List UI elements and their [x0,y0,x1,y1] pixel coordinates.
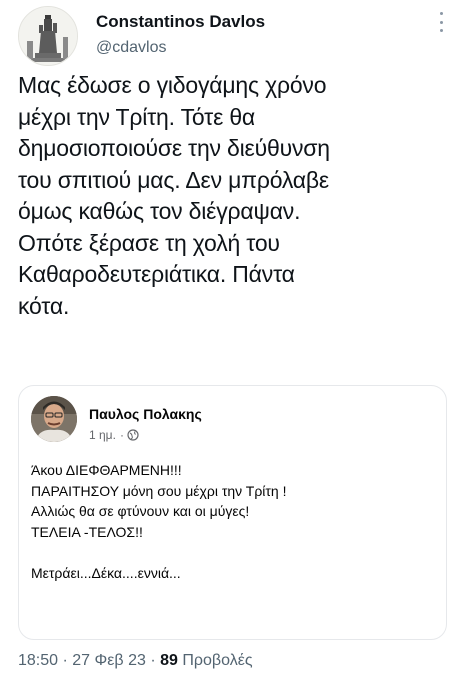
tweet-line: Οπότε ξέρασε τη χολή του [18,229,280,256]
tweet-line: δημοσιοποιούσε την διεύθυνση [18,135,330,161]
tweet-line: Μας έδωσε ο γιδογάμης χρόνο [18,72,327,98]
more-options-icon[interactable] [438,12,444,32]
tweet-footer: 18:50 · 27 Φεβ 23 · 89 Προβολές [18,652,253,670]
embedded-post-line [31,542,287,563]
embedded-author-avatar [31,396,77,442]
author-handle[interactable]: @cdavlos [96,39,167,57]
tweet-screenshot: Constantinos Davlos @cdavlos Μας έδωσε ο… [0,0,462,680]
embedded-post-line: Άκου ΔΙΕΦΘΑΡΜΕΝΗ!!! [31,462,182,478]
embedded-post-time[interactable]: 1 ημ. [89,428,116,442]
statue-icon [19,7,77,65]
tweet-line: κότα. [18,292,70,319]
views-label: Προβολές [182,652,253,669]
embedded-post-card[interactable]: Παυλος Πολακης 1 ημ. · Άκου ΔΙΕΦΘΑΡΜΕΝΗ!… [18,385,447,640]
globe-icon [127,429,139,441]
tweet-header: Constantinos Davlos @cdavlos [18,6,448,66]
tweet-body: Μας έδωσε ο γιδογάμης χρόνο μέχρι την Τρ… [18,70,448,322]
meta-separator: · [119,428,124,442]
embedded-post-line: ΠΑΡΑΙΤΗΣΟΥ μόνη σου μέχρι την Τρίτη ! [31,482,287,499]
embedded-post-line: Αλλιώς θα σε φτύνουν και οι μύγες! [31,503,250,519]
author-avatar[interactable] [18,6,78,66]
views-count: 89 [160,652,178,669]
embedded-post-meta: 1 ημ. · [89,428,139,442]
tweet-line: Καθαροδευτεριάτικα. Πάντα [18,261,295,287]
tweet-date[interactable]: 27 Φεβ 23 [72,652,146,669]
embedded-post-line: Μετράει...Δέκα....εννιά... [31,564,181,581]
embedded-post-line: ΤΕΛΕΙΑ -ΤΕΛΟΣ!! [31,523,143,540]
footer-separator: · [150,652,156,669]
author-display-name[interactable]: Constantinos Davlos [96,12,265,32]
tweet-line: μέχρι την Τρίτη. Τότε θα [18,103,256,130]
tweet-time[interactable]: 18:50 [18,652,58,669]
tweet-line: του σπιτιού μας. Δεν μπρόλαβε [18,166,329,193]
embedded-author-name[interactable]: Παυλος Πολακης [89,406,202,422]
embedded-post-body: Άκου ΔΙΕΦΘΑΡΜΕΝΗ!!! ΠΑΡΑΙΤΗΣΟΥ μόνη σου … [31,460,287,583]
footer-separator: · [62,652,68,669]
person-photo-icon [31,396,77,442]
tweet-line: όμως καθώς τον διέγραψαν. [18,198,301,224]
